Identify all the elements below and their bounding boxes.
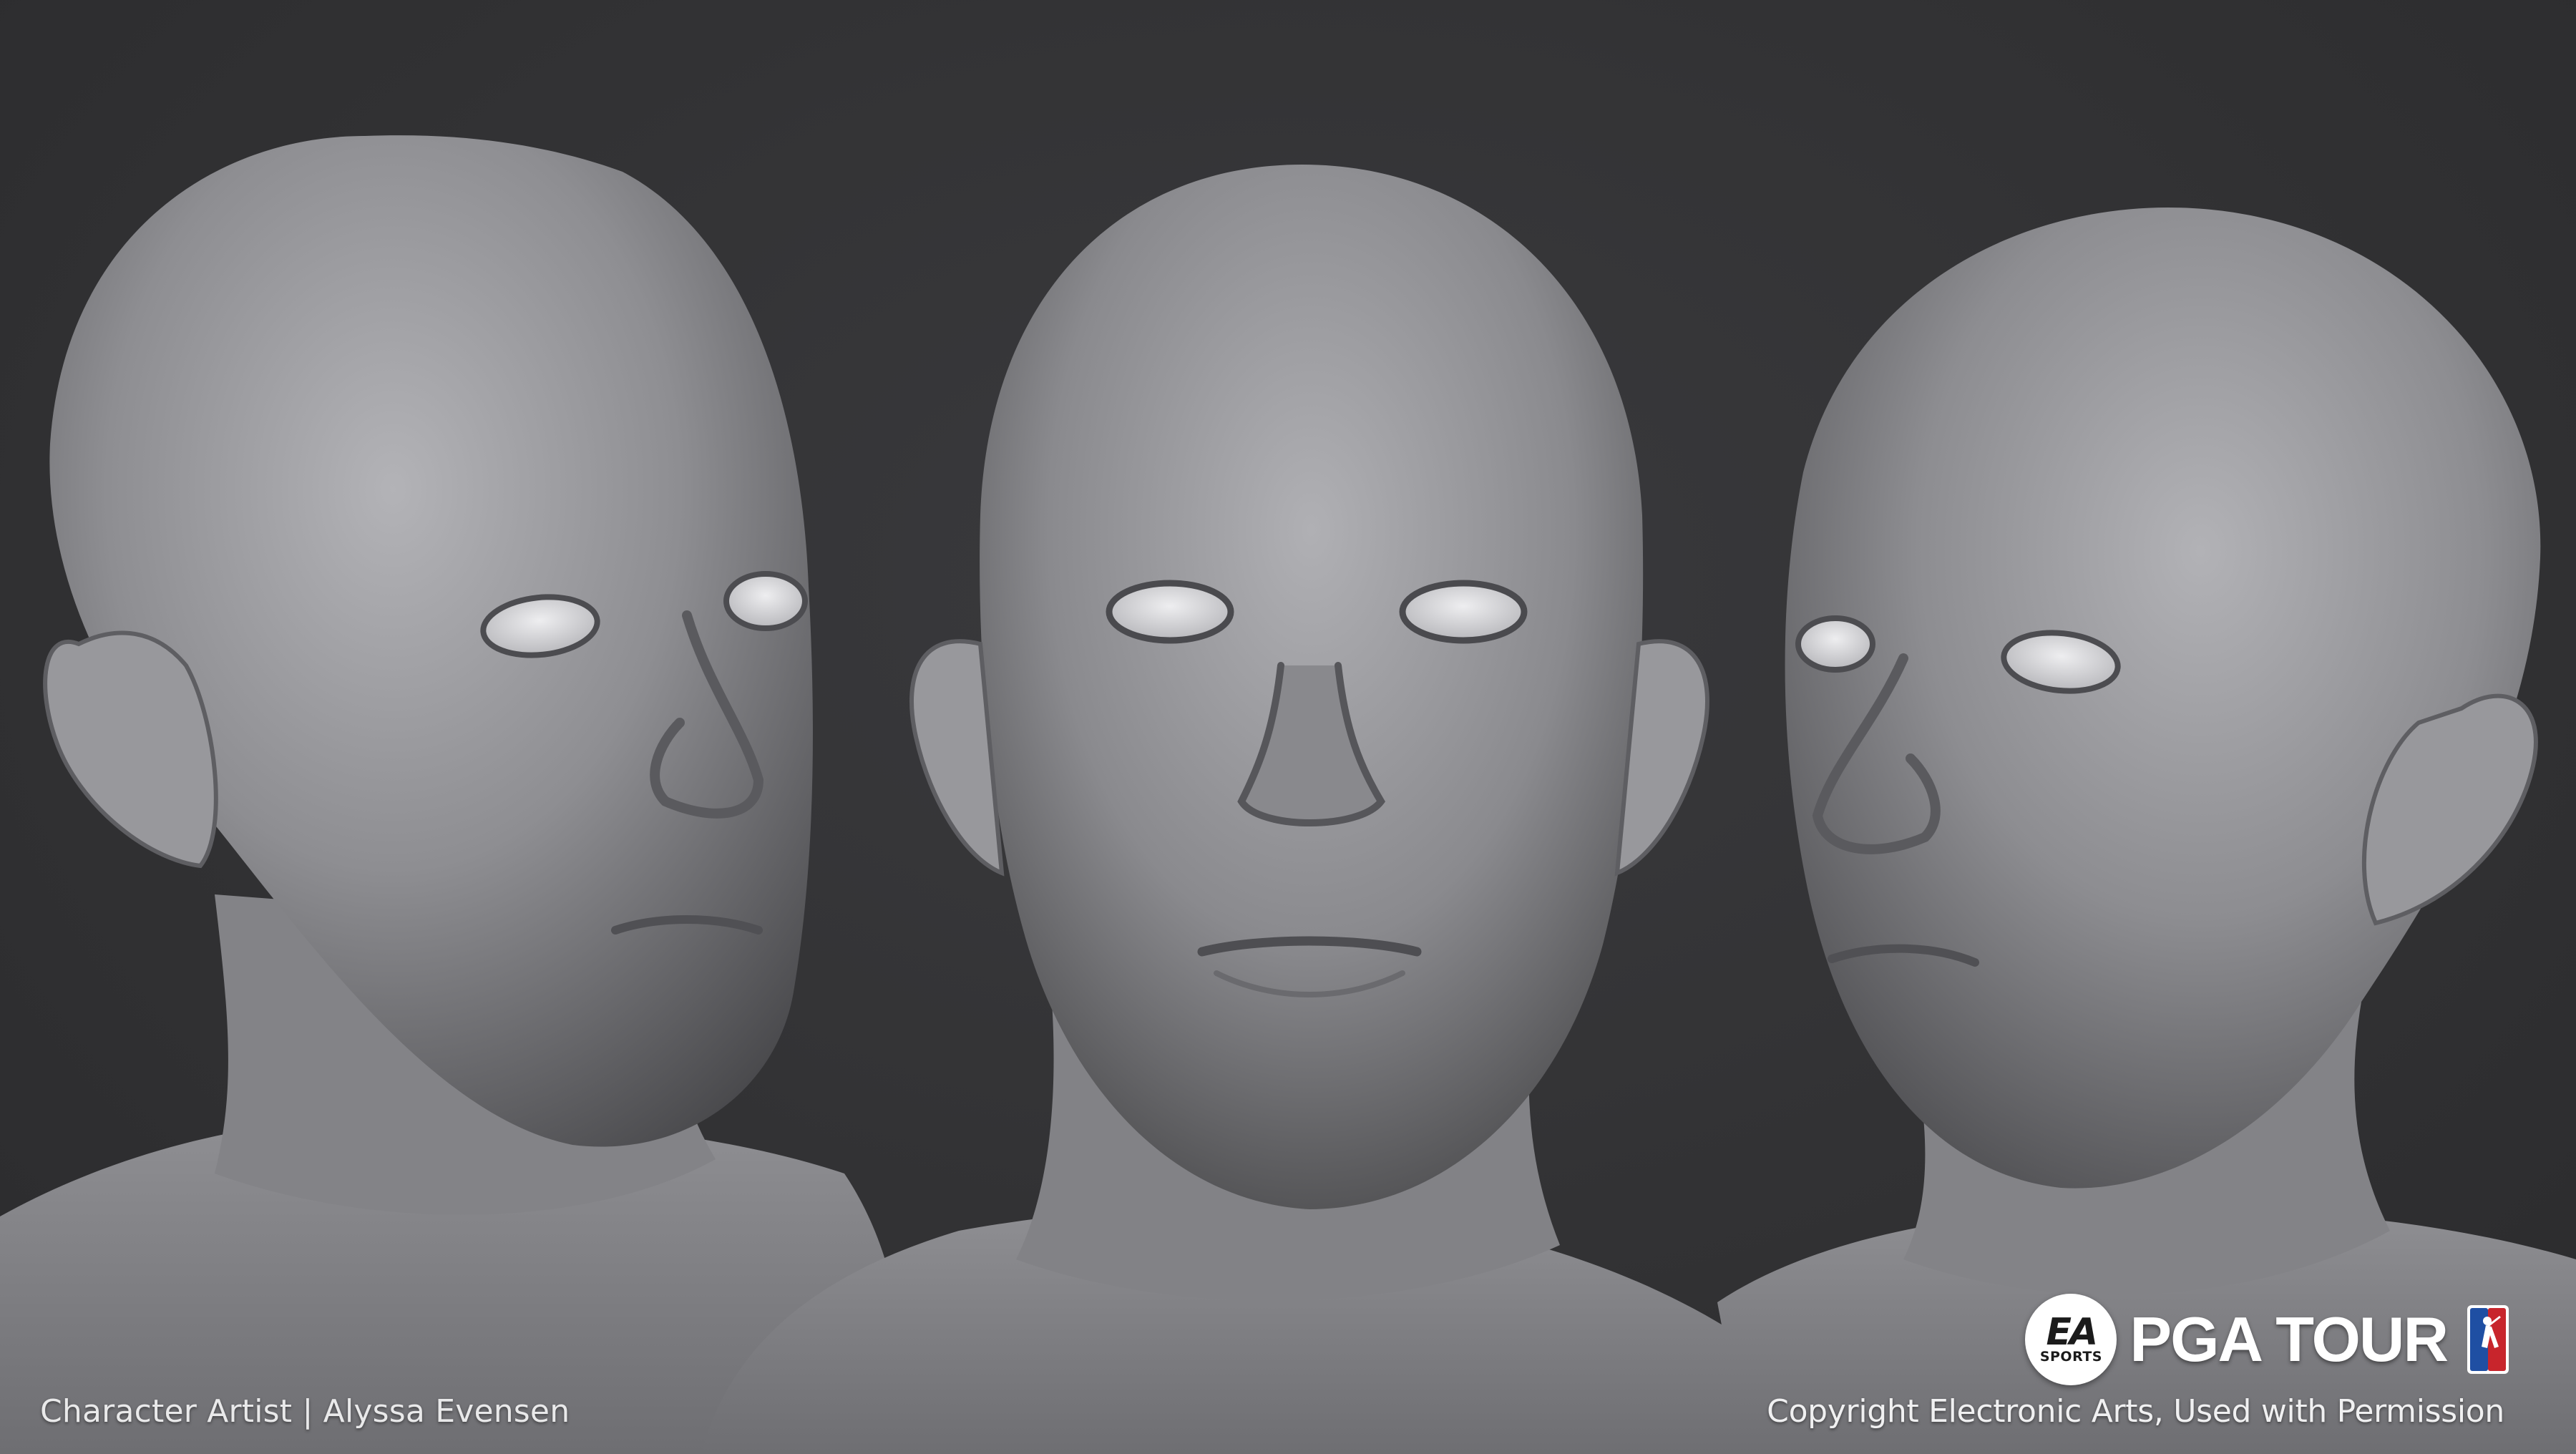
front-eye-right xyxy=(1399,580,1528,644)
render-canvas: Character Artist | Alyssa Evensen EA SPO… xyxy=(0,0,2576,1454)
three-quarter-left-view xyxy=(0,135,904,1454)
left-eye-far xyxy=(723,571,808,631)
three-quarter-right-view xyxy=(1717,208,2576,1454)
right-eye-far xyxy=(1795,615,1875,673)
front-eye-left xyxy=(1106,580,1234,644)
pga-tour-title: PGA TOUR xyxy=(2129,1304,2449,1375)
ea-sports-label: SPORTS xyxy=(2039,1349,2102,1365)
copyright-notice: Copyright Electronic Arts, Used with Per… xyxy=(1767,1393,2504,1430)
sculpt-renders xyxy=(0,135,2576,1454)
branding-logos: EA SPORTS PGA TOUR xyxy=(2025,1294,2510,1385)
artist-credit: Character Artist | Alyssa Evensen xyxy=(40,1393,570,1430)
pga-tour-shield-icon xyxy=(2467,1305,2509,1374)
ea-mark: EA xyxy=(2046,1311,2099,1354)
right-head xyxy=(1785,208,2541,1189)
ea-sports-logo-icon: EA SPORTS xyxy=(2025,1294,2117,1385)
